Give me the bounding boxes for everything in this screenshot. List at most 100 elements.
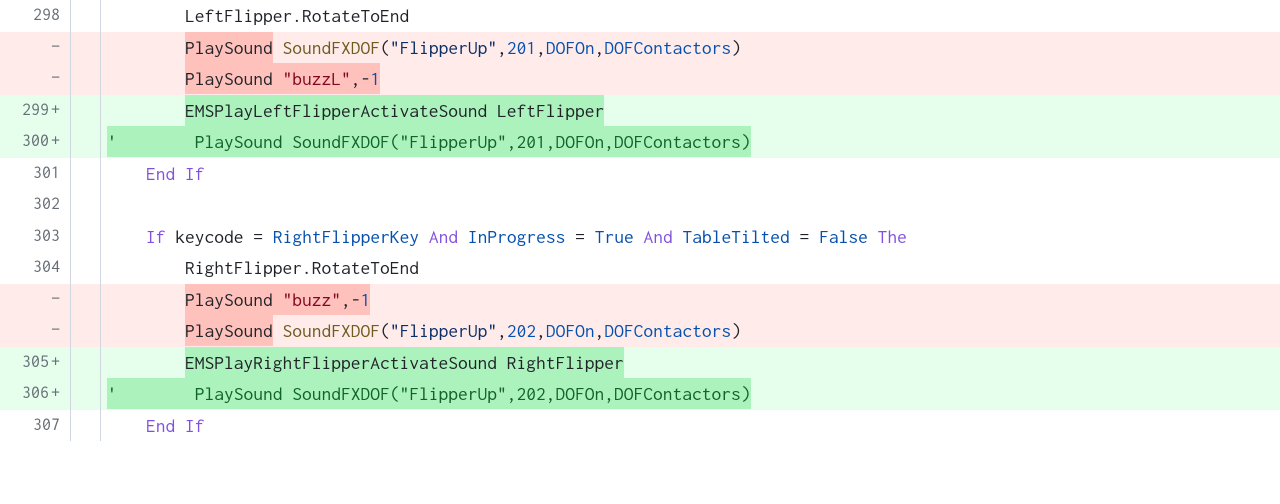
diff-line[interactable]: 306+ ' PlaySound SoundFXDOF("FlipperUp",2… [0, 378, 1280, 410]
code-token [175, 158, 185, 189]
code-token: TableTilted [683, 221, 790, 252]
code-token [273, 32, 283, 63]
line-number-gutter: 299+ [0, 95, 71, 127]
diff-marker [71, 378, 101, 410]
line-number-gutter: − [0, 63, 71, 95]
code-token [585, 221, 595, 252]
line-number-gutter: 301 [0, 158, 71, 190]
plus-icon: + [51, 127, 60, 156]
diff-line[interactable]: 300+' PlaySound SoundFXDOF("FlipperUp",2… [0, 126, 1280, 158]
code-token: And [643, 221, 672, 252]
code-token: SoundFXDOF [283, 32, 381, 63]
line-number: 306 [22, 379, 49, 408]
code-token: , [595, 32, 605, 63]
diff-line[interactable]: 301 End If [0, 158, 1280, 190]
code-token: DOFContactors [604, 315, 731, 346]
line-number-gutter: 306+ [0, 378, 71, 410]
code-content: PlaySound SoundFXDOF("FlipperUp",201,DOF… [101, 32, 1280, 64]
line-number-gutter: − [0, 32, 71, 64]
diff-line[interactable]: 303 If keycode = RightFlipperKey And InP… [0, 221, 1280, 253]
code-token [107, 410, 146, 441]
code-token [565, 221, 575, 252]
code-token: = [575, 221, 585, 252]
diff-line[interactable]: 302 [0, 189, 1280, 221]
code-token [868, 221, 878, 252]
diff-marker [71, 315, 101, 347]
line-number-gutter: 303 [0, 221, 71, 253]
line-number-gutter: − [0, 315, 71, 347]
code-token [107, 284, 185, 315]
code-token: DOFOn [546, 315, 595, 346]
code-content: EMSPlayLeftFlipperActivateSound LeftFlip… [101, 95, 1280, 127]
code-token [107, 315, 185, 346]
code-token: ) [731, 32, 741, 63]
code-token [263, 221, 273, 252]
code-token: PlaySound "buzz", [185, 284, 351, 315]
code-content: ' PlaySound SoundFXDOF("FlipperUp",202,D… [101, 378, 1280, 410]
code-token [809, 221, 819, 252]
code-token: The [878, 221, 907, 252]
code-token: keycode [166, 221, 254, 252]
diff-marker [71, 126, 101, 158]
diff-line[interactable]: 307 End If [0, 410, 1280, 442]
code-token: InProgress [468, 221, 566, 252]
code-token [790, 221, 800, 252]
code-token: PlaySound "buzzL", [185, 63, 361, 94]
code-token: , [497, 315, 507, 346]
diff-line[interactable]: − PlaySound "buzz",-1 [0, 284, 1280, 316]
diff-marker [71, 347, 101, 379]
code-content: RightFlipper.RotateToEnd [101, 252, 1280, 284]
code-token [273, 315, 283, 346]
code-token: = [800, 221, 810, 252]
code-token: -1 [351, 284, 371, 315]
line-number: 307 [33, 411, 60, 440]
code-token: If [185, 410, 205, 441]
line-number: 299 [22, 96, 49, 125]
diff-view: 298 LeftFlipper.RotateToEnd− PlaySound S… [0, 0, 1280, 441]
code-token [107, 158, 146, 189]
diff-line[interactable]: − PlaySound SoundFXDOF("FlipperUp",201,D… [0, 32, 1280, 64]
code-token: EMSPlayLeftFlipperActivateSound LeftFlip… [185, 95, 604, 126]
line-number: 301 [33, 159, 60, 188]
code-token [107, 63, 185, 94]
code-token: PlaySound [185, 315, 273, 346]
line-number: 304 [33, 253, 60, 282]
diff-line[interactable]: − PlaySound SoundFXDOF("FlipperUp",202,D… [0, 315, 1280, 347]
diff-line[interactable]: − PlaySound "buzzL",-1 [0, 63, 1280, 95]
diff-marker [71, 284, 101, 316]
code-token: SoundFXDOF [283, 315, 381, 346]
line-number: 302 [33, 190, 60, 219]
code-token: , [497, 32, 507, 63]
diff-marker [71, 158, 101, 190]
code-token: PlaySound [185, 32, 273, 63]
code-token: "FlipperUp" [390, 32, 497, 63]
code-token: End [146, 410, 175, 441]
minus-icon: − [51, 33, 60, 62]
diff-marker [71, 63, 101, 95]
code-content: LeftFlipper.RotateToEnd [101, 0, 1280, 32]
minus-icon: − [51, 285, 60, 314]
code-token: , [595, 315, 605, 346]
code-token: ) [731, 315, 741, 346]
diff-marker [71, 0, 101, 32]
code-content [101, 189, 1280, 221]
diff-line[interactable]: 299+ EMSPlayLeftFlipperActivateSound Lef… [0, 95, 1280, 127]
line-number: 300 [22, 127, 49, 156]
diff-marker [71, 32, 101, 64]
diff-marker [71, 410, 101, 442]
diff-marker [71, 221, 101, 253]
code-token: And [429, 221, 458, 252]
line-number-gutter: 307 [0, 410, 71, 442]
code-token [634, 221, 644, 252]
line-number: 303 [33, 222, 60, 251]
diff-line[interactable]: 305+ EMSPlayRightFlipperActivateSound Ri… [0, 347, 1280, 379]
code-token: True [595, 221, 634, 252]
line-number-gutter: 305+ [0, 347, 71, 379]
code-token [175, 410, 185, 441]
plus-icon: + [51, 379, 60, 408]
diff-line[interactable]: 304 RightFlipper.RotateToEnd [0, 252, 1280, 284]
code-token: -1 [361, 63, 381, 94]
code-token: RightFlipper.RotateToEnd [107, 252, 419, 283]
diff-line[interactable]: 298 LeftFlipper.RotateToEnd [0, 0, 1280, 32]
code-token [107, 347, 185, 378]
